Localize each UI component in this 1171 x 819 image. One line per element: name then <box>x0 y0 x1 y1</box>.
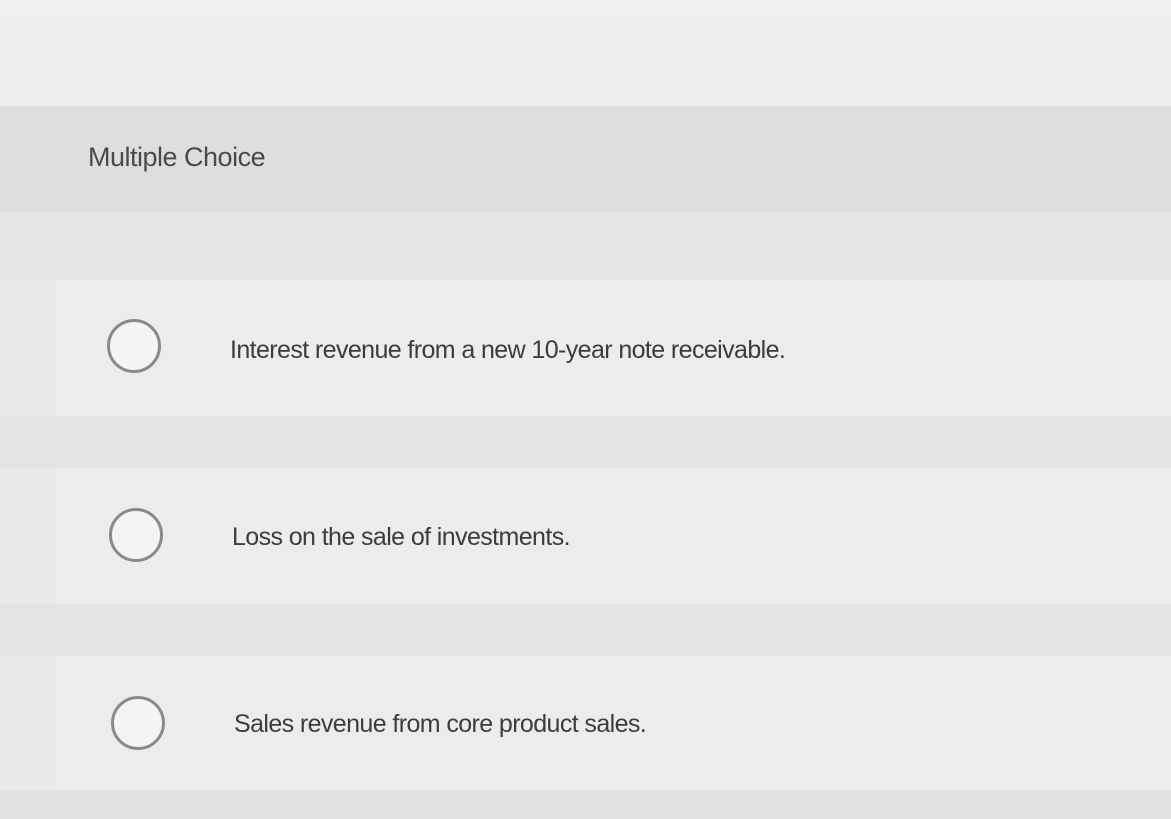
top-background <box>0 0 1171 106</box>
bottom-background <box>0 790 1171 819</box>
answer-option-2[interactable]: Loss on the sale of investments. <box>56 468 1171 604</box>
answer-option-label[interactable]: Sales revenue from core product sales. <box>234 710 647 739</box>
radio-button-2[interactable] <box>109 508 163 562</box>
answer-option-1[interactable]: Interest revenue from a new 10-year note… <box>56 280 1171 416</box>
answer-option-3[interactable]: Sales revenue from core product sales. <box>56 656 1171 790</box>
question-type-title: Multiple Choice <box>88 142 266 172</box>
answer-options-list: Interest revenue from a new 10-year note… <box>0 280 1171 819</box>
radio-button-1[interactable] <box>107 319 161 373</box>
radio-button-3[interactable] <box>111 696 165 750</box>
answer-option-label[interactable]: Interest revenue from a new 10-year note… <box>230 336 786 365</box>
answer-option-label[interactable]: Loss on the sale of investments. <box>232 523 571 552</box>
header-spacer <box>0 212 1171 280</box>
